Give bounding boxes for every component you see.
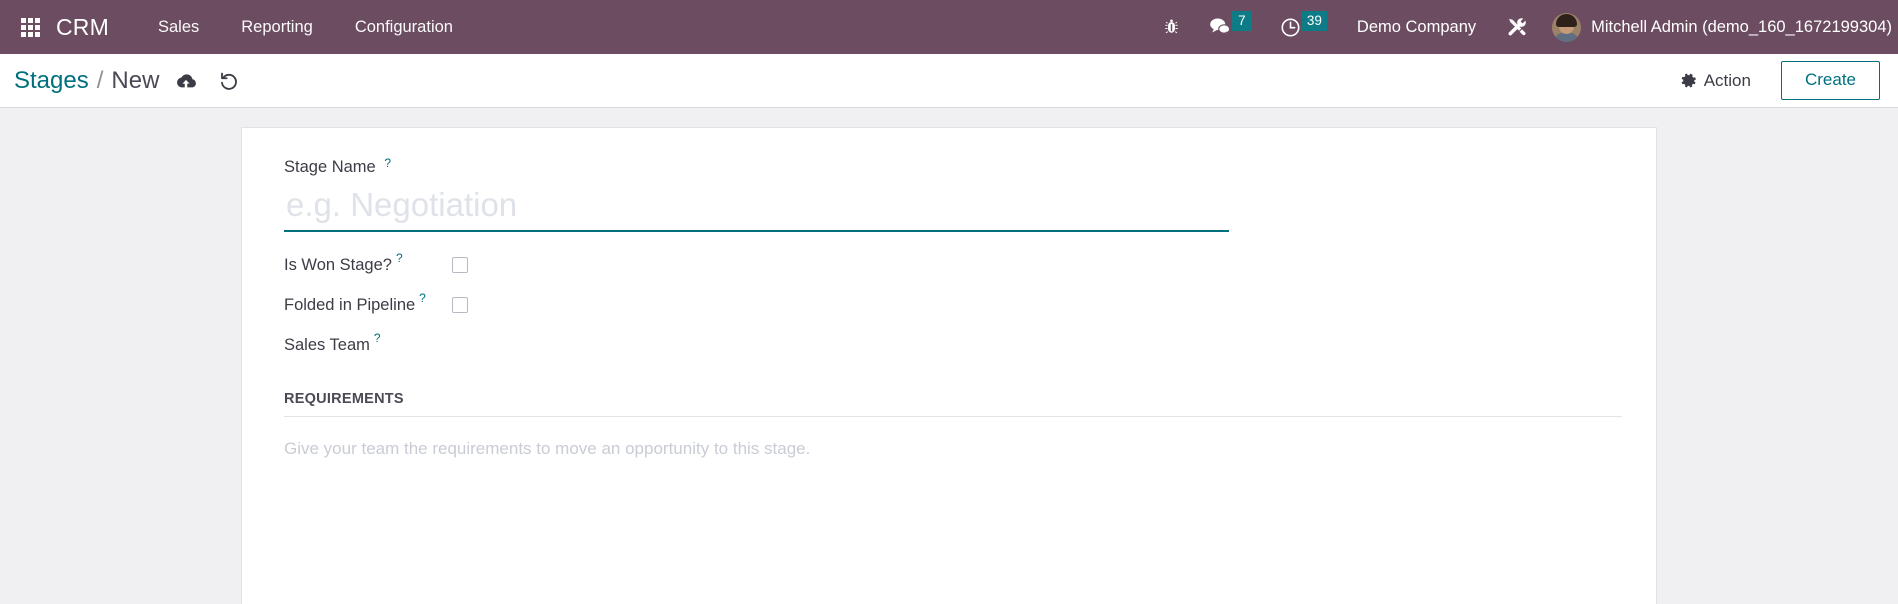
- bug-icon: [1165, 19, 1178, 33]
- systray: 7 39 Demo Company Mitchell Admin (demo_1…: [1148, 0, 1898, 54]
- main-menu: Sales Reporting Configuration: [137, 0, 474, 54]
- odoo-crm-window: CRM Sales Reporting Configuration 7 39 D…: [0, 0, 1898, 604]
- apps-grid-icon: [20, 17, 40, 37]
- requirements-divider: [284, 416, 1622, 417]
- field-label-is-won-stage-text: Is Won Stage?: [284, 255, 392, 274]
- form-view-content: Stage Name ? Is Won Stage? ?: [0, 108, 1898, 604]
- top-navbar: CRM Sales Reporting Configuration 7 39 D…: [0, 0, 1898, 54]
- action-menu-label: Action: [1703, 70, 1751, 90]
- avatar: [1552, 12, 1582, 42]
- breadcrumb: Stages / New: [14, 67, 159, 95]
- activities-button[interactable]: 39: [1266, 0, 1341, 54]
- company-switcher[interactable]: Demo Company: [1341, 0, 1492, 54]
- user-menu-button[interactable]: Mitchell Admin (demo_160_1672199304): [1542, 0, 1898, 54]
- sales-team-input[interactable]: [452, 334, 672, 356]
- stage-name-input[interactable]: [284, 184, 1229, 232]
- discard-record-button[interactable]: [219, 71, 240, 90]
- developer-tools-button[interactable]: [1492, 0, 1542, 54]
- messages-button[interactable]: 7: [1195, 0, 1266, 54]
- apps-menu-button[interactable]: [8, 0, 52, 54]
- form-fields: Stage Name ? Is Won Stage? ?: [280, 156, 1622, 459]
- tooltip-marker-folded-in-pipeline[interactable]: ?: [419, 291, 426, 305]
- menu-item-sales[interactable]: Sales: [137, 0, 220, 54]
- field-label-folded-in-pipeline: Folded in Pipeline ?: [284, 291, 452, 315]
- field-is-won-stage: Is Won Stage? ?: [284, 245, 1618, 285]
- gear-icon: [1681, 73, 1696, 87]
- checkbox-is-won-stage[interactable]: [452, 257, 468, 273]
- tooltip-marker-sales-team[interactable]: ?: [374, 331, 381, 345]
- breadcrumb-separator: /: [96, 66, 104, 94]
- field-label-folded-in-pipeline-text: Folded in Pipeline: [284, 295, 416, 314]
- menu-item-configuration[interactable]: Configuration: [334, 0, 474, 54]
- record-actions: [175, 71, 240, 90]
- menu-item-reporting[interactable]: Reporting: [220, 0, 334, 54]
- field-label-stage-name-text: Stage Name: [284, 158, 376, 176]
- wrench-screwdriver-icon: [1508, 18, 1526, 36]
- breadcrumb-item-stages[interactable]: Stages: [14, 67, 89, 95]
- field-stage-name: Stage Name ?: [284, 156, 1618, 232]
- cloud-upload-icon: [177, 73, 197, 87]
- control-panel: Stages / New Action Create: [0, 54, 1898, 108]
- field-label-sales-team-text: Sales Team: [284, 335, 370, 354]
- field-label-stage-name: Stage Name ?: [284, 156, 1618, 177]
- clock-icon: [1281, 17, 1300, 37]
- field-label-sales-team: Sales Team ?: [284, 331, 452, 355]
- requirements-title: REQUIREMENTS: [284, 391, 404, 407]
- user-menu-label: Mitchell Admin (demo_160_1672199304): [1591, 18, 1892, 36]
- create-button[interactable]: Create: [1780, 61, 1880, 100]
- action-menu-button[interactable]: Action: [1669, 65, 1763, 97]
- messages-count-badge: 7: [1231, 10, 1252, 32]
- field-label-is-won-stage: Is Won Stage? ?: [284, 251, 452, 275]
- control-panel-right: Action Create: [1669, 61, 1880, 100]
- tooltip-marker-is-won-stage[interactable]: ?: [396, 251, 403, 265]
- tooltip-marker-stage-name[interactable]: ?: [384, 156, 391, 170]
- chat-bubble-icon: [1210, 18, 1231, 37]
- app-brand-crm[interactable]: CRM: [52, 0, 115, 54]
- requirements-section: REQUIREMENTS Give your team the requirem…: [284, 391, 1622, 459]
- breadcrumb-item-new: New: [111, 66, 160, 94]
- form-sheet-wrapper: Stage Name ? Is Won Stage? ?: [0, 127, 1898, 604]
- field-folded-in-pipeline: Folded in Pipeline ?: [284, 285, 1618, 325]
- form-sheet: Stage Name ? Is Won Stage? ?: [241, 127, 1657, 604]
- undo-icon: [221, 72, 238, 90]
- save-record-button[interactable]: [175, 72, 197, 90]
- requirements-editor[interactable]: Give your team the requirements to move …: [284, 439, 1618, 459]
- debug-bug-button[interactable]: [1148, 0, 1195, 54]
- field-sales-team: Sales Team ?: [284, 325, 1618, 365]
- checkbox-folded-in-pipeline[interactable]: [452, 297, 468, 313]
- activities-count-badge: 39: [1301, 10, 1327, 32]
